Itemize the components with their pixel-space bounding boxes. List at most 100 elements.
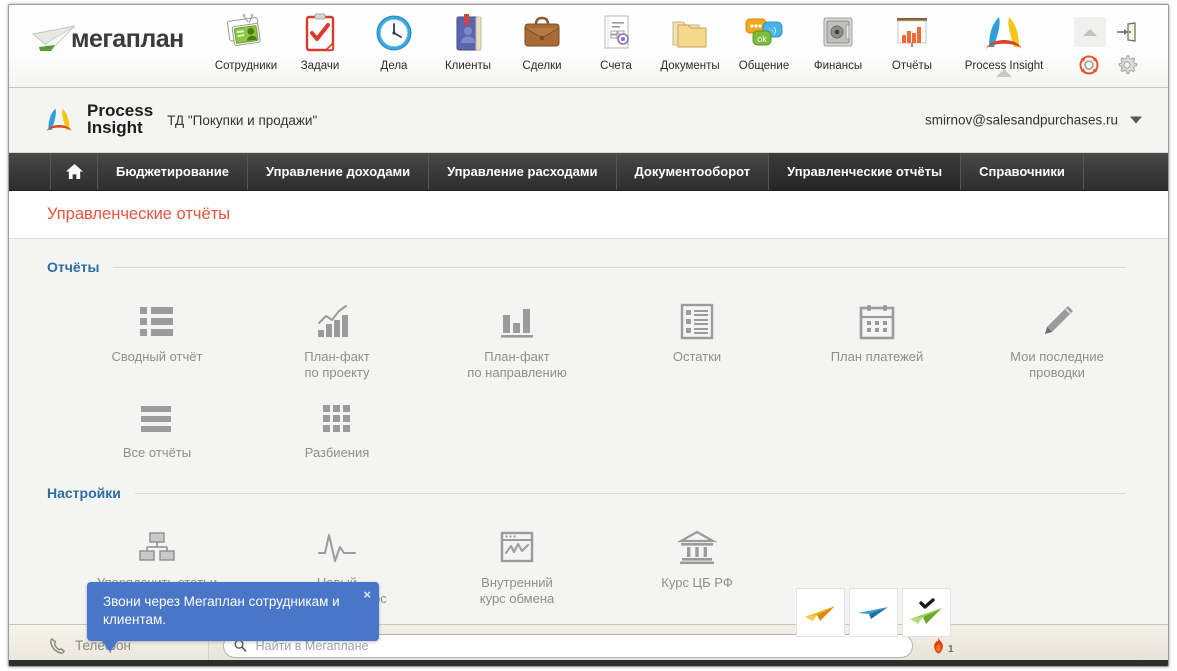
green-plane-button[interactable] bbox=[902, 588, 951, 637]
menu-left-spacer bbox=[9, 153, 51, 190]
window-chart-icon bbox=[427, 525, 607, 567]
menu-item-income-management[interactable]: Управление доходами bbox=[248, 153, 429, 190]
pencil-icon bbox=[967, 299, 1147, 341]
tile-internal-exchange-rate[interactable]: Внутреннийкурс обмена bbox=[427, 511, 607, 607]
menu-label: Документооборот bbox=[635, 164, 751, 179]
browser-window: мегаплан bbox=[8, 4, 1169, 667]
section-divider bbox=[113, 267, 1126, 268]
svg-text:ok: ok bbox=[757, 34, 767, 44]
briefcase-icon bbox=[505, 9, 579, 57]
tile-splits[interactable]: Разбиения bbox=[247, 381, 427, 461]
nav-item-sales[interactable]: Сделки bbox=[505, 9, 579, 76]
reports-tile-grid: Сводный отчёт План-фактпо проекту bbox=[67, 285, 1168, 461]
pi-brand[interactable]: Process Insight ТД "Покупки и продажи" bbox=[37, 100, 317, 140]
orange-plane-button[interactable] bbox=[796, 588, 845, 637]
tile-label: Разбиения bbox=[247, 445, 427, 461]
tile-my-recent-entries[interactable]: Мои последниепроводки bbox=[967, 285, 1147, 381]
menu-item-document-flow[interactable]: Документооборот bbox=[617, 153, 770, 190]
nav-item-employees[interactable]: Сотрудники bbox=[209, 9, 283, 76]
blue-plane-button[interactable] bbox=[849, 588, 898, 637]
tile-label: Остатки bbox=[607, 349, 787, 365]
content-area: Отчёты Сводный отчёт bbox=[9, 239, 1168, 635]
grid-dots-icon bbox=[247, 395, 427, 437]
summary-list-icon bbox=[67, 299, 247, 341]
megaplan-logo[interactable]: мегаплан bbox=[31, 22, 184, 56]
nav-label: Дела bbox=[357, 60, 431, 72]
organization-name: ТД "Покупки и продажи" bbox=[167, 113, 317, 128]
tile-label: Курс ЦБ РФ bbox=[607, 575, 787, 591]
collapse-arrow-icon[interactable] bbox=[1074, 17, 1106, 47]
section-divider bbox=[135, 493, 1126, 494]
nav-item-process-insight[interactable]: Process Insight bbox=[949, 9, 1059, 76]
menu-item-budgeting[interactable]: Бюджетирование bbox=[98, 153, 248, 190]
orange-plane-icon bbox=[804, 602, 838, 624]
tile-label: Внутреннийкурс обмена bbox=[427, 575, 607, 607]
gear-icon[interactable] bbox=[1116, 54, 1138, 76]
plane-theme-switcher bbox=[796, 588, 951, 637]
nav-label: Документы bbox=[653, 60, 727, 72]
nav-label: Счета bbox=[579, 60, 653, 72]
tile-label: План-фактпо направлению bbox=[427, 349, 607, 381]
menu-label: Справочники bbox=[979, 164, 1065, 179]
menu-item-management-reports[interactable]: Управленческие отчёты bbox=[769, 153, 961, 190]
section-header-settings: Настройки bbox=[47, 479, 1126, 507]
menu-item-references[interactable]: Справочники bbox=[961, 153, 1084, 190]
blue-plane-icon bbox=[857, 602, 891, 624]
pi-brand-line2: Insight bbox=[87, 120, 153, 137]
active-nav-caret bbox=[996, 69, 1012, 77]
process-insight-icon bbox=[949, 9, 1059, 57]
tile-balances[interactable]: Остатки bbox=[607, 285, 787, 381]
topbar-tools bbox=[1074, 17, 1152, 79]
nav-item-documents[interactable]: Документы bbox=[653, 9, 727, 76]
nav-item-tasks[interactable]: Задачи bbox=[283, 9, 357, 76]
process-insight-header: Process Insight ТД "Покупки и продажи" s… bbox=[9, 88, 1168, 153]
clipboard-check-icon bbox=[283, 9, 357, 57]
tile-label: Мои последниепроводки bbox=[967, 349, 1147, 381]
tile-plan-fact-project[interactable]: План-фактпо проекту bbox=[247, 285, 427, 381]
process-insight-logo-icon bbox=[37, 100, 81, 140]
phone-icon bbox=[49, 637, 66, 654]
menu-label: Управленческие отчёты bbox=[787, 164, 942, 179]
stacked-bars-icon bbox=[67, 395, 247, 437]
nav-label: Финансы bbox=[801, 60, 875, 72]
tile-summary-report[interactable]: Сводный отчёт bbox=[67, 285, 247, 381]
section-title: Отчёты bbox=[47, 259, 99, 275]
nav-item-deals-todo[interactable]: Дела bbox=[357, 9, 431, 76]
green-plane-icon bbox=[907, 598, 947, 628]
home-icon bbox=[65, 163, 84, 180]
close-icon[interactable]: × bbox=[363, 586, 371, 604]
nav-item-chat[interactable]: :-) ok Общение bbox=[727, 9, 801, 76]
nav-item-clients[interactable]: Клиенты bbox=[431, 9, 505, 76]
tile-plan-fact-direction[interactable]: План-фактпо направлению bbox=[427, 285, 607, 381]
phone-promo-tooltip: Звони через Мегаплан сотрудникам и клиен… bbox=[87, 582, 379, 641]
menu-item-expense-management[interactable]: Управление расходами bbox=[429, 153, 616, 190]
bottom-strip bbox=[9, 660, 1168, 666]
tile-payment-plan[interactable]: План платежей bbox=[787, 285, 967, 381]
nav-item-finance[interactable]: Финансы bbox=[801, 9, 875, 76]
chevron-down-icon bbox=[1130, 117, 1142, 124]
chat-bubbles-icon: :-) ok bbox=[727, 9, 801, 57]
tooltip-text: Звони через Мегаплан сотрудникам и клиен… bbox=[103, 594, 340, 627]
app-screen: мегаплан bbox=[0, 0, 1177, 671]
nav-item-reports[interactable]: Отчёты bbox=[875, 9, 949, 76]
menu-label: Управление расходами bbox=[447, 164, 597, 179]
menu-item-home[interactable] bbox=[51, 153, 98, 190]
menu-label: Управление доходами bbox=[266, 164, 410, 179]
nav-label: Клиенты bbox=[431, 60, 505, 72]
lifebuoy-icon[interactable] bbox=[1078, 54, 1100, 76]
tile-label: План-фактпо проекту bbox=[247, 349, 427, 381]
fire-notification[interactable]: 1 bbox=[931, 637, 954, 655]
user-menu[interactable]: smirnov@salesandpurchases.ru bbox=[925, 113, 1142, 128]
tile-all-reports[interactable]: Все отчёты bbox=[67, 381, 247, 461]
tile-label: Сводный отчёт bbox=[67, 349, 247, 365]
bar-chart-board-icon bbox=[875, 9, 949, 57]
exit-door-icon[interactable] bbox=[1116, 21, 1136, 43]
nav-label: Сделки bbox=[505, 60, 579, 72]
tile-cbr-rate[interactable]: Курс ЦБ РФ bbox=[607, 511, 787, 607]
section-header-reports: Отчёты bbox=[47, 253, 1126, 281]
page-title: Управленческие отчёты bbox=[47, 205, 230, 224]
section-title: Настройки bbox=[47, 485, 121, 501]
nav-item-invoices[interactable]: Счета bbox=[579, 9, 653, 76]
address-book-icon bbox=[431, 9, 505, 57]
nav-label: Общение bbox=[727, 60, 801, 72]
